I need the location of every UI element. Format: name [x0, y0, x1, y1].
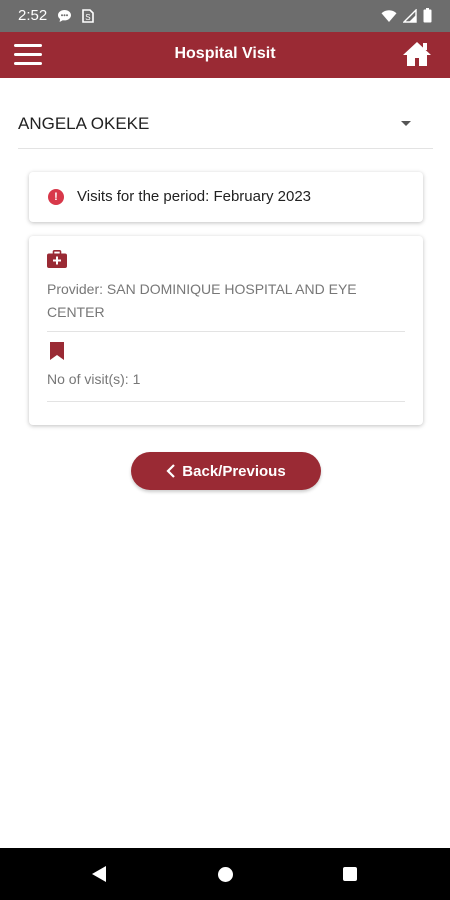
- chat-icon: [58, 9, 72, 22]
- patient-dropdown[interactable]: ANGELA OKEKE: [18, 100, 433, 149]
- bookmark-icon: [50, 342, 64, 360]
- home-icon: [403, 42, 431, 66]
- divider: [47, 331, 405, 332]
- medkit-icon: [47, 250, 67, 268]
- period-text: Visits for the period: February 2023: [77, 188, 312, 205]
- nav-home-icon[interactable]: [218, 867, 233, 882]
- nav-recents-icon[interactable]: [343, 867, 357, 881]
- visit-details-card: Provider: SAN DOMINIQUE HOSPITAL AND EYE…: [29, 236, 423, 425]
- svg-text:S: S: [85, 13, 90, 22]
- sim-icon: S: [82, 8, 95, 23]
- visit-count: No of visit(s): 1: [47, 371, 141, 387]
- nav-back-icon[interactable]: [92, 866, 106, 882]
- status-time: 2:52: [18, 7, 48, 24]
- info-icon: !: [48, 189, 64, 205]
- patient-name: ANGELA OKEKE: [18, 114, 150, 133]
- back-button-label: Back/Previous: [182, 462, 286, 480]
- dropdown-arrow-icon: [401, 121, 411, 126]
- app-bar: Hospital Visit: [0, 32, 450, 78]
- wifi-icon: [381, 9, 397, 22]
- chevron-left-icon: [166, 464, 176, 478]
- page-title: Hospital Visit: [174, 45, 276, 62]
- divider: [47, 401, 405, 402]
- back-button[interactable]: Back/Previous: [131, 452, 321, 490]
- provider-name: Provider: SAN DOMINIQUE HOSPITAL AND EYE…: [47, 281, 357, 320]
- status-bar: 2:52 S: [0, 0, 450, 32]
- battery-icon: [423, 8, 432, 23]
- period-card: ! Visits for the period: February 2023: [29, 172, 423, 222]
- navigation-bar: [0, 848, 450, 900]
- signal-icon: [403, 8, 417, 23]
- home-button[interactable]: [402, 40, 432, 70]
